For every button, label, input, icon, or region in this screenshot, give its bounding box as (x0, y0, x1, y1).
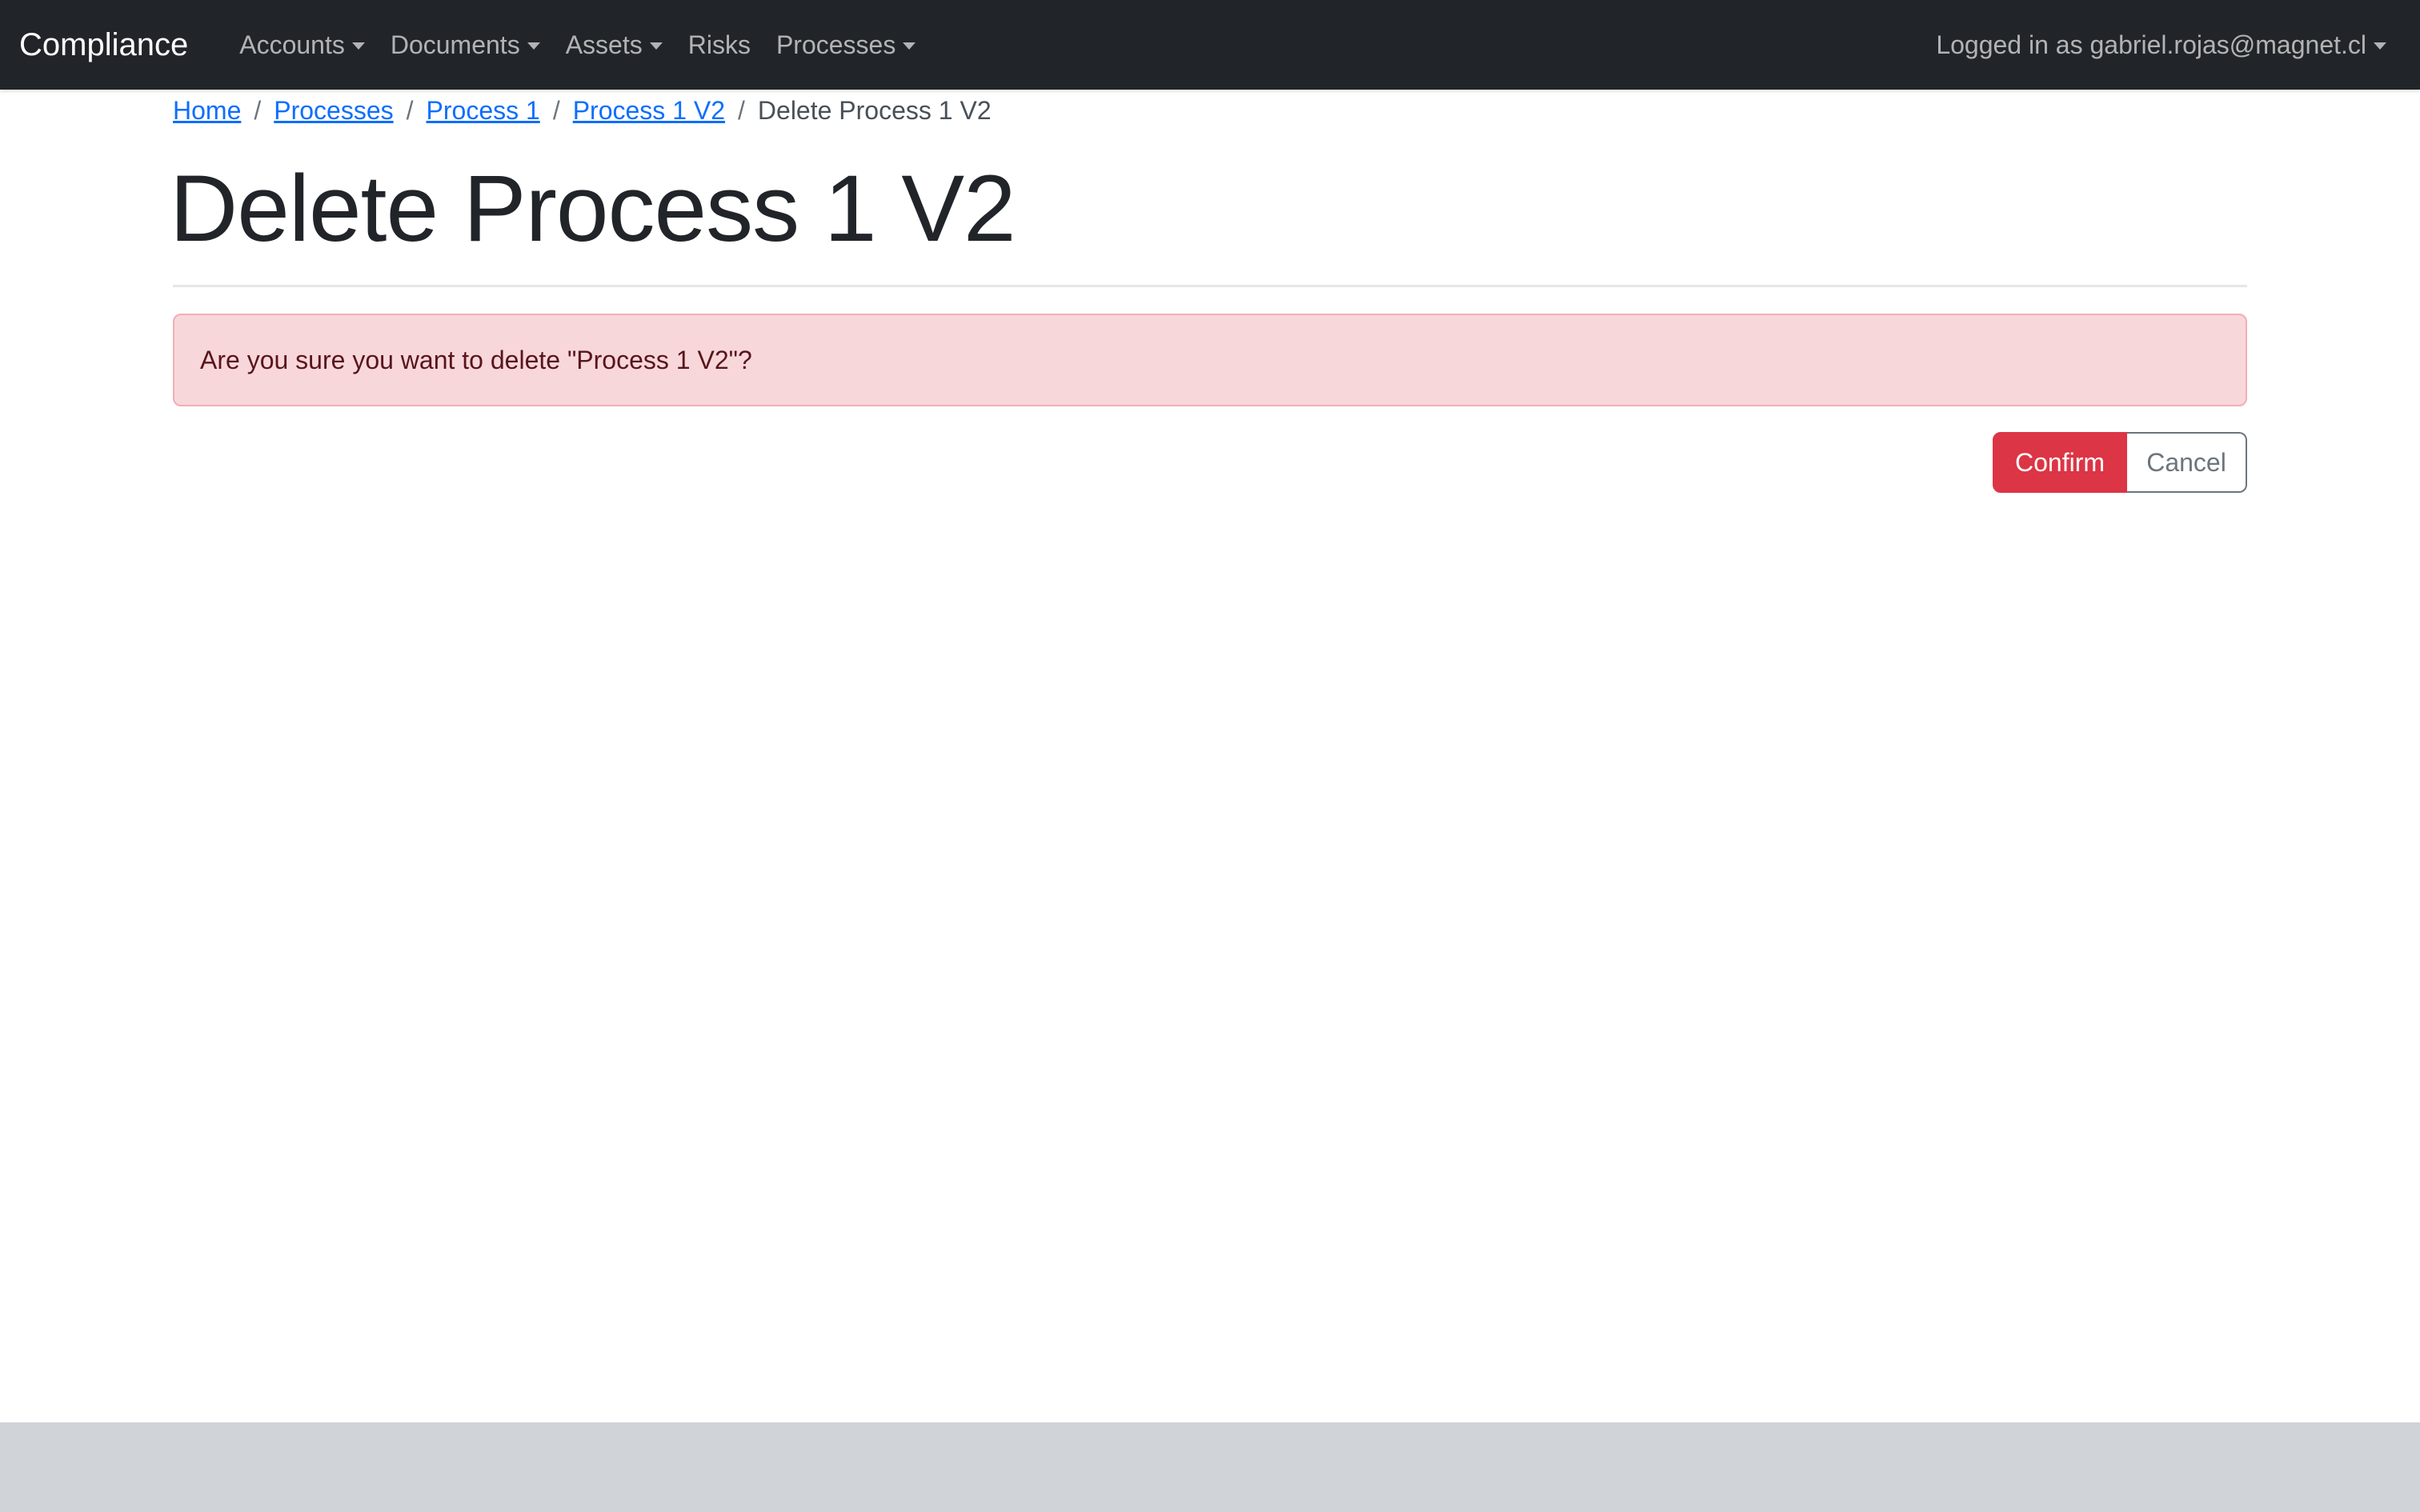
confirm-button[interactable]: Confirm (1993, 432, 2127, 493)
user-menu-label: Logged in as gabriel.rojas@magnet.cl (1936, 30, 2366, 59)
nav-menu: Accounts Documents Assets Risks Processe… (226, 30, 928, 60)
breadcrumb-separator: / (254, 95, 262, 125)
breadcrumb-separator: / (738, 95, 745, 125)
breadcrumb-current: Delete Process 1 V2 (757, 95, 992, 125)
breadcrumb: Home / Processes / Process 1 / Process 1… (173, 93, 992, 128)
nav-risks-link[interactable]: Risks (675, 30, 763, 60)
nav-documents-dropdown[interactable]: Documents (378, 30, 553, 60)
breadcrumb-process-link[interactable]: Process 1 (427, 96, 540, 126)
page-title: Delete Process 1 V2 (170, 156, 1016, 262)
caret-down-icon (2374, 42, 2386, 50)
caret-down-icon (527, 42, 540, 50)
caret-down-icon (649, 42, 663, 50)
nav-documents-label: Documents (390, 30, 520, 59)
delete-confirmation-alert: Are you sure you want to delete "Process… (173, 314, 2247, 406)
nav-assets-label: Assets (565, 30, 643, 59)
nav-processes-label: Processes (775, 30, 896, 59)
breadcrumb-processes-link[interactable]: Processes (274, 96, 393, 126)
nav-accounts-label: Accounts (239, 30, 345, 59)
breadcrumb-version-link[interactable]: Process 1 V2 (573, 96, 725, 126)
title-divider (173, 285, 2247, 287)
page-footer (0, 1422, 2420, 1512)
breadcrumb-home-link[interactable]: Home (173, 96, 241, 126)
alert-message: Are you sure you want to delete "Process… (200, 345, 752, 374)
caret-down-icon (903, 42, 916, 50)
cancel-button[interactable]: Cancel (2127, 432, 2247, 493)
user-menu-dropdown[interactable]: Logged in as gabriel.rojas@magnet.cl (1936, 0, 2386, 90)
nav-assets-dropdown[interactable]: Assets (553, 30, 675, 60)
caret-down-icon (351, 42, 365, 50)
nav-processes-dropdown[interactable]: Processes (763, 30, 928, 60)
breadcrumb-separator: / (552, 95, 560, 125)
action-button-group: Confirm Cancel (1993, 432, 2247, 493)
brand-logo[interactable]: Compliance (19, 27, 188, 63)
nav-risks-label: Risks (687, 30, 751, 59)
top-navbar: Compliance Accounts Documents Assets Ris… (0, 0, 2420, 90)
nav-accounts-dropdown[interactable]: Accounts (226, 30, 378, 60)
breadcrumb-separator: / (406, 95, 414, 125)
